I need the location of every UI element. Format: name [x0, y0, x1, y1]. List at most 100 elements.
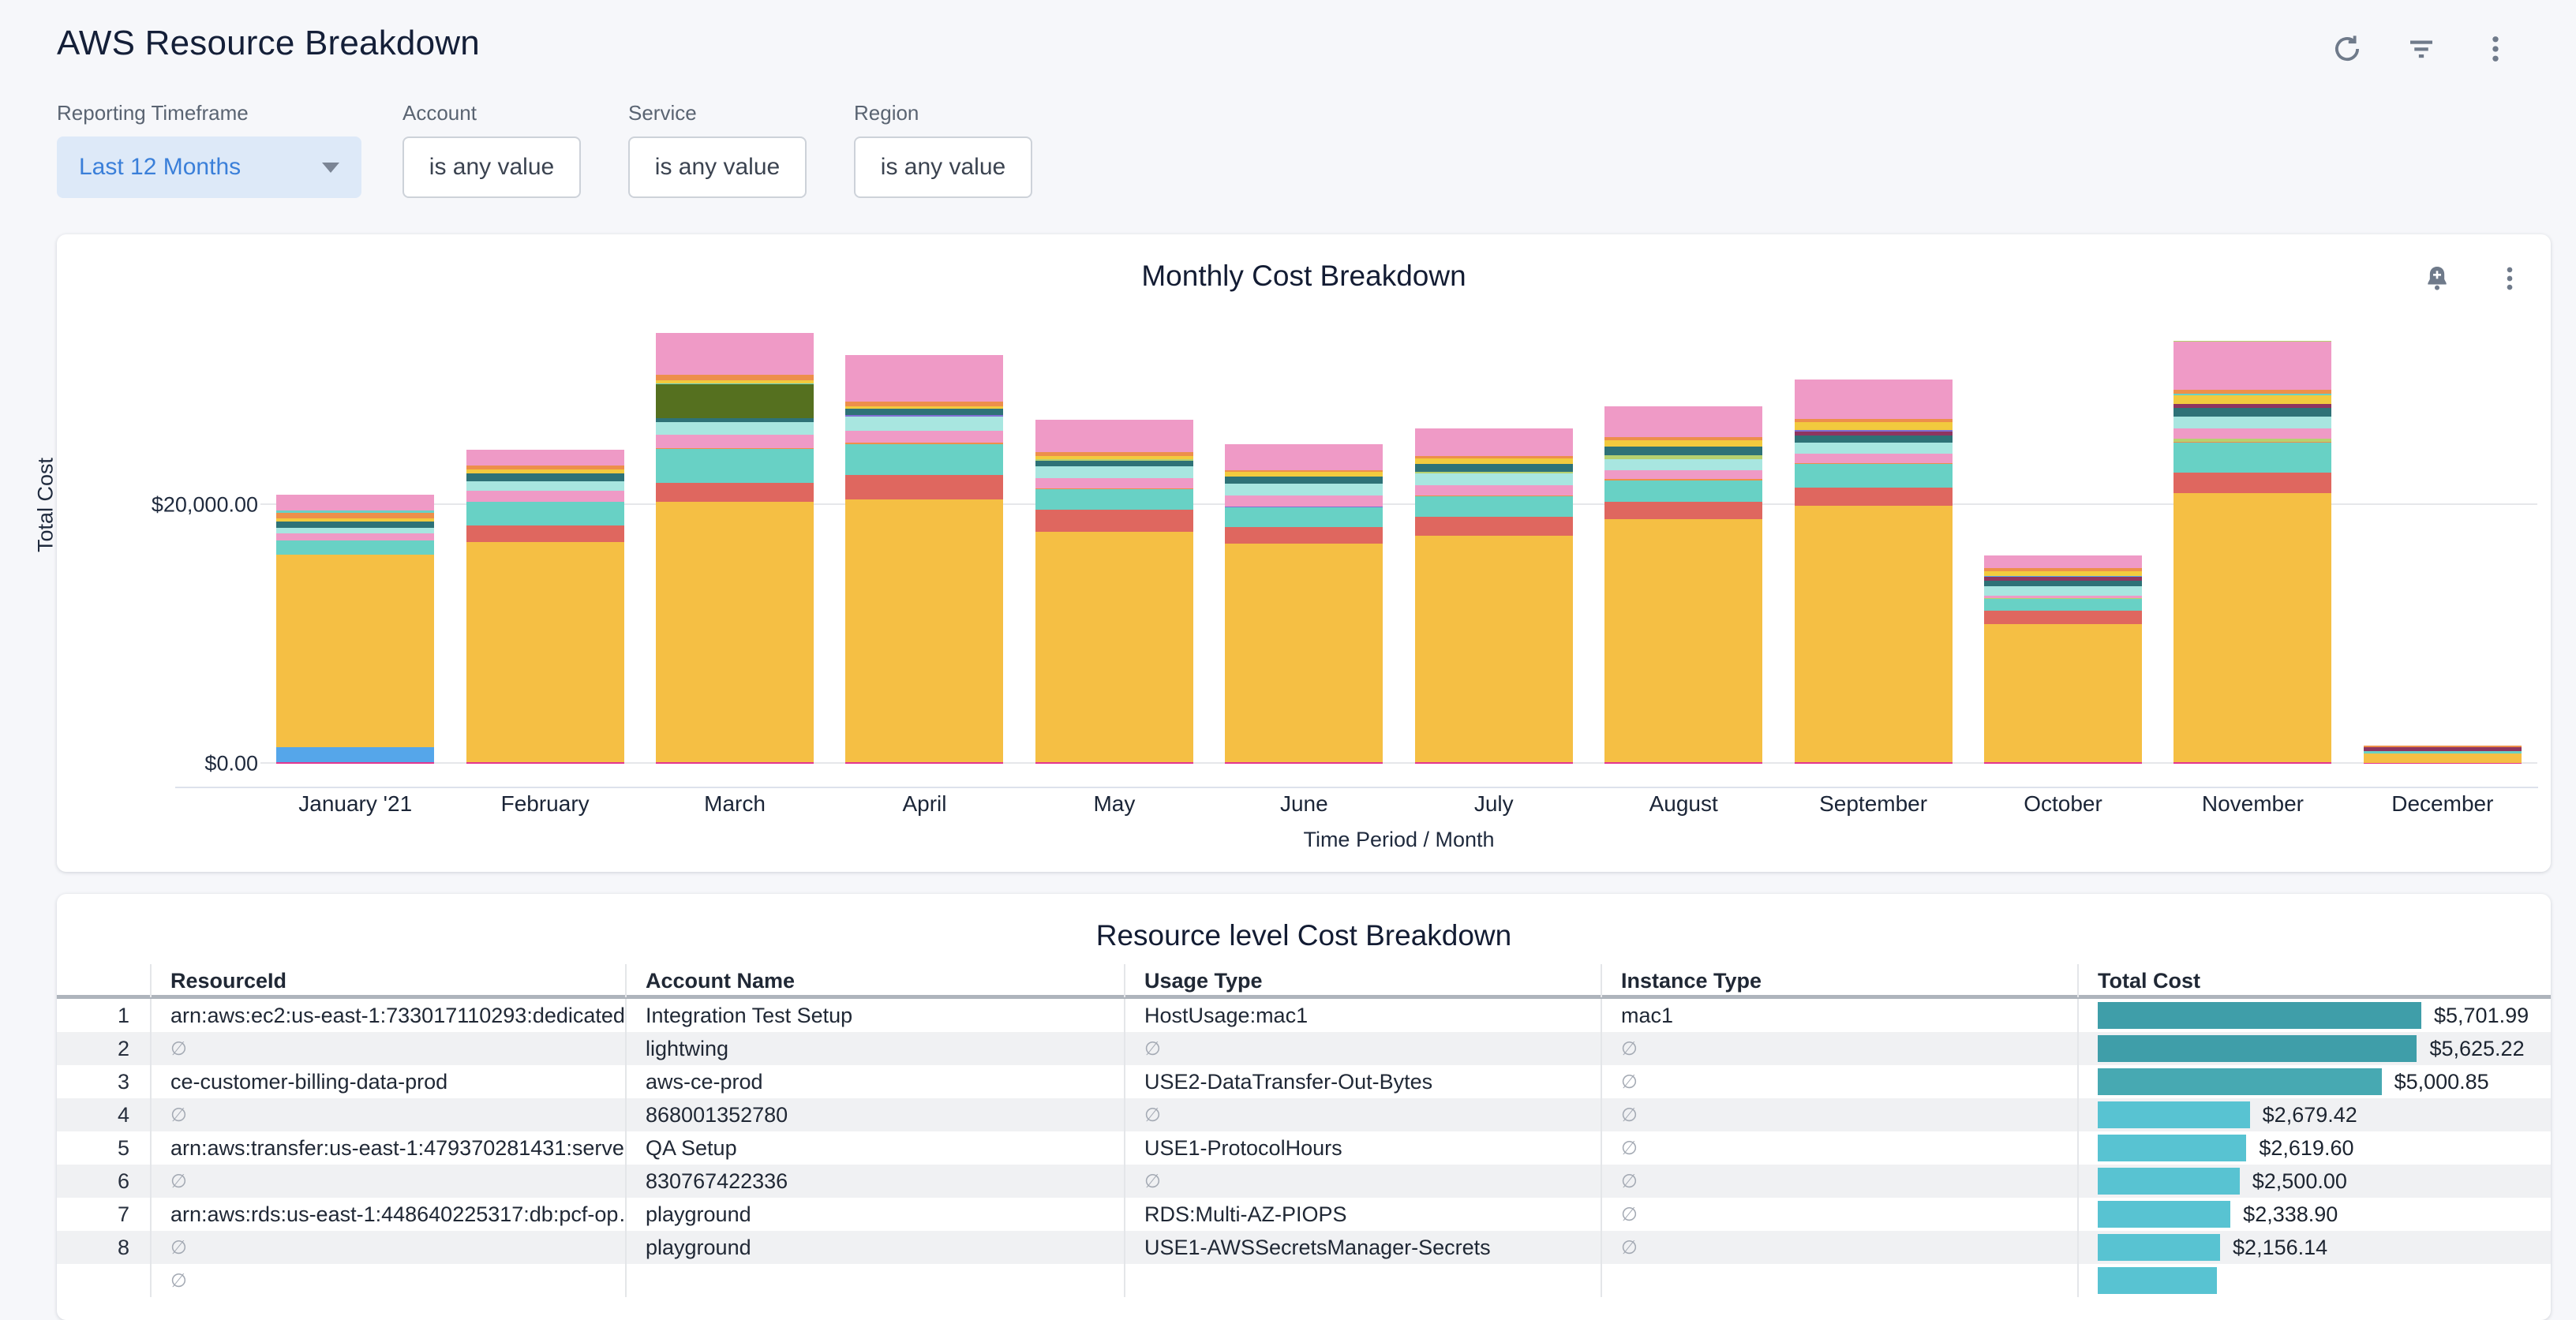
cell-instance[interactable]: ∅ — [1601, 1231, 2077, 1264]
col-header-instance-type[interactable]: Instance Type — [1601, 964, 2077, 997]
bar-segment-red[interactable] — [1035, 510, 1193, 532]
bar-segment-pink[interactable] — [1225, 444, 1383, 470]
bar-segment-pink[interactable] — [466, 450, 624, 466]
bar-segment-magenta[interactable] — [1795, 762, 1953, 764]
stacked-bar-March[interactable] — [656, 333, 814, 764]
bar-segment-teal[interactable] — [1225, 507, 1383, 527]
bar-segment-pink[interactable] — [2174, 428, 2331, 438]
bar-segment-amber[interactable] — [2364, 753, 2522, 763]
bar-segment-lightcyan[interactable] — [2174, 417, 2331, 429]
cell-resource[interactable]: arn:aws:ec2:us-east-1:733017110293:dedic… — [150, 999, 625, 1032]
bar-segment-pink[interactable] — [1225, 495, 1383, 507]
bar-segment-teal[interactable] — [276, 540, 434, 555]
cell-account[interactable] — [625, 1264, 1124, 1297]
bar-segment-pink[interactable] — [1415, 428, 1573, 455]
bar-segment-amber[interactable] — [2174, 493, 2331, 762]
cell-resource[interactable]: ∅ — [150, 1032, 625, 1065]
account-filter-button[interactable]: is any value — [402, 136, 581, 198]
bar-segment-amber[interactable] — [1984, 624, 2142, 762]
cell-total-cost[interactable]: $2,338.90 — [2077, 1198, 2551, 1231]
bar-segment-amber[interactable] — [1795, 506, 1953, 762]
cell-total-cost[interactable]: $2,679.42 — [2077, 1098, 2551, 1131]
bar-segment-pink[interactable] — [276, 533, 434, 540]
region-filter-button[interactable]: is any value — [854, 136, 1032, 198]
bar-segment-pink[interactable] — [1035, 478, 1193, 488]
alert-bell-icon[interactable] — [2420, 261, 2454, 296]
bar-segment-magenta[interactable] — [1035, 762, 1193, 764]
cell-total-cost[interactable] — [2077, 1264, 2551, 1297]
bar-segment-lightcyan[interactable] — [1225, 484, 1383, 495]
bar-segment-red[interactable] — [1604, 502, 1762, 518]
bar-segment-teal[interactable] — [1415, 496, 1573, 517]
cell-usage[interactable]: ∅ — [1124, 1032, 1601, 1065]
bar-segment-magenta[interactable] — [1984, 762, 2142, 764]
bar-segment-yellow2[interactable] — [1795, 422, 1953, 430]
cell-total-cost[interactable]: $2,156.14 — [2077, 1231, 2551, 1264]
cell-total-cost[interactable]: $5,000.85 — [2077, 1065, 2551, 1098]
bar-segment-red[interactable] — [1225, 527, 1383, 544]
kebab-menu-icon[interactable] — [2478, 32, 2513, 66]
bar-segment-pink[interactable] — [466, 491, 624, 503]
bar-segment-amber[interactable] — [656, 502, 814, 762]
cell-account[interactable]: 868001352780 — [625, 1098, 1124, 1131]
bar-segment-pink[interactable] — [1035, 420, 1193, 452]
cell-account[interactable]: lightwing — [625, 1032, 1124, 1065]
refresh-icon[interactable] — [2330, 32, 2364, 66]
cell-usage[interactable]: USE1-AWSSecretsManager-Secrets — [1124, 1231, 1601, 1264]
cell-resource[interactable]: ∅ — [150, 1098, 625, 1131]
bar-segment-red[interactable] — [466, 525, 624, 542]
cell-account[interactable]: playground — [625, 1198, 1124, 1231]
bar-segment-magenta[interactable] — [276, 762, 434, 764]
bar-segment-magenta[interactable] — [466, 762, 624, 764]
bar-segment-lightcyan[interactable] — [1415, 473, 1573, 486]
cell-resource[interactable]: ∅ — [150, 1165, 625, 1198]
cell-usage[interactable]: USE2-DataTransfer-Out-Bytes — [1124, 1065, 1601, 1098]
cell-resource[interactable]: ∅ — [150, 1231, 625, 1264]
cell-usage[interactable] — [1124, 1264, 1601, 1297]
stacked-bar-September[interactable] — [1795, 380, 1953, 764]
cell-account[interactable]: playground — [625, 1231, 1124, 1264]
bar-segment-magenta[interactable] — [2174, 762, 2331, 764]
bar-segment-darkteal[interactable] — [1984, 581, 2142, 586]
bar-segment-darkteal[interactable] — [1795, 436, 1953, 442]
cell-usage[interactable]: USE1-ProtocolHours — [1124, 1131, 1601, 1165]
bar-segment-pink[interactable] — [1984, 555, 2142, 568]
timeframe-dropdown[interactable]: Last 12 Months — [57, 136, 361, 198]
bar-segment-pink[interactable] — [2174, 342, 2331, 390]
bar-segment-darkteal[interactable] — [1035, 461, 1193, 466]
cell-instance[interactable]: ∅ — [1601, 1065, 2077, 1098]
bar-segment-red[interactable] — [656, 483, 814, 503]
filter-icon[interactable] — [2404, 32, 2439, 66]
bar-segment-magenta[interactable] — [656, 762, 814, 764]
bar-segment-amber[interactable] — [1415, 536, 1573, 762]
bar-segment-pink[interactable] — [845, 355, 1003, 402]
bar-segment-red[interactable] — [845, 475, 1003, 499]
bar-segment-teal[interactable] — [2174, 443, 2331, 473]
bar-segment-darkteal[interactable] — [276, 522, 434, 528]
cell-usage[interactable]: RDS:Multi-AZ-PIOPS — [1124, 1198, 1601, 1231]
bar-segment-darkteal[interactable] — [2174, 408, 2331, 417]
bar-segment-lightcyan[interactable] — [1604, 459, 1762, 470]
bar-segment-yellow2[interactable] — [1415, 458, 1573, 464]
cell-instance[interactable]: ∅ — [1601, 1165, 2077, 1198]
bar-segment-red[interactable] — [2174, 473, 2331, 493]
bar-segment-amber[interactable] — [1225, 544, 1383, 762]
bar-segment-teal[interactable] — [845, 444, 1003, 475]
cell-account[interactable]: Integration Test Setup — [625, 999, 1124, 1032]
bar-segment-pink[interactable] — [1604, 406, 1762, 437]
stacked-bar-July[interactable] — [1415, 428, 1573, 764]
cell-usage[interactable]: HostUsage:mac1 — [1124, 999, 1601, 1032]
bar-segment-amber[interactable] — [466, 542, 624, 762]
bar-segment-amber[interactable] — [1035, 532, 1193, 762]
stacked-bar-October[interactable] — [1984, 555, 2142, 764]
cell-instance[interactable]: ∅ — [1601, 1198, 2077, 1231]
bar-segment-pink[interactable] — [1415, 485, 1573, 495]
bar-segment-amber[interactable] — [845, 499, 1003, 762]
bar-segment-lightcyan[interactable] — [1795, 443, 1953, 454]
cell-total-cost[interactable]: $5,625.22 — [2077, 1032, 2551, 1065]
bar-segment-lightcyan[interactable] — [1984, 586, 2142, 595]
bar-segment-lightcyan[interactable] — [845, 417, 1003, 431]
stacked-bar-February[interactable] — [466, 450, 624, 764]
cell-usage[interactable]: ∅ — [1124, 1098, 1601, 1131]
bar-segment-red[interactable] — [1795, 488, 1953, 507]
